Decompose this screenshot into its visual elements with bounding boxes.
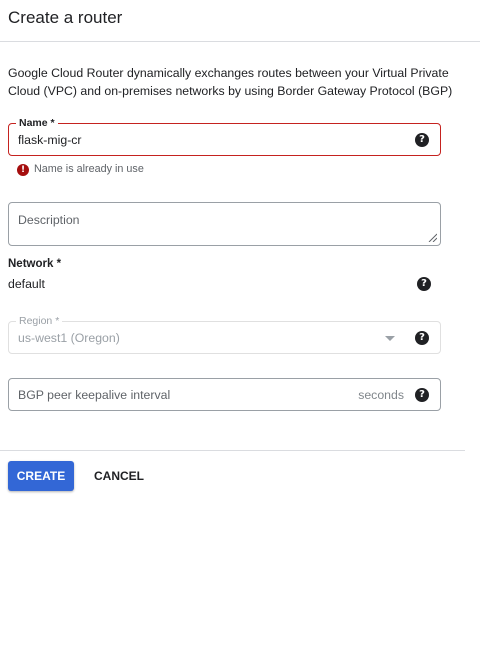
- bgp-keepalive-input[interactable]: BGP peer keepalive interval seconds ?: [8, 378, 441, 411]
- description-placeholder: Description: [18, 213, 80, 227]
- bgp-help-icon[interactable]: ?: [415, 388, 429, 402]
- network-label: Network *: [8, 258, 62, 270]
- bgp-suffix: seconds: [358, 388, 404, 402]
- create-button[interactable]: CREATE: [8, 461, 74, 491]
- resize-grip-icon[interactable]: [427, 232, 437, 242]
- name-error-message: Name is already in use: [34, 163, 144, 175]
- region-select: Region * us-west1 (Oregon) ?: [8, 315, 441, 354]
- cancel-button[interactable]: CANCEL: [86, 461, 152, 491]
- description-field[interactable]: Description: [8, 202, 441, 246]
- header-divider: [0, 41, 480, 42]
- network-value: default: [8, 277, 45, 291]
- name-field[interactable]: Name * flask-mig-cr ?: [8, 117, 441, 156]
- error-icon: !: [17, 164, 29, 176]
- name-value: flask-mig-cr: [18, 133, 82, 147]
- region-value: us-west1 (Oregon): [18, 331, 120, 345]
- page-title: Create a router: [8, 8, 123, 27]
- bgp-placeholder: BGP peer keepalive interval: [18, 388, 171, 402]
- region-help-icon[interactable]: ?: [415, 331, 429, 345]
- name-help-icon[interactable]: ?: [415, 133, 429, 147]
- network-help-icon[interactable]: ?: [417, 277, 431, 291]
- region-label: Region *: [16, 315, 63, 327]
- chevron-down-icon: [385, 336, 395, 341]
- intro-text: Google Cloud Router dynamically exchange…: [8, 66, 453, 98]
- footer-divider: [0, 450, 465, 451]
- name-label: Name *: [16, 117, 58, 129]
